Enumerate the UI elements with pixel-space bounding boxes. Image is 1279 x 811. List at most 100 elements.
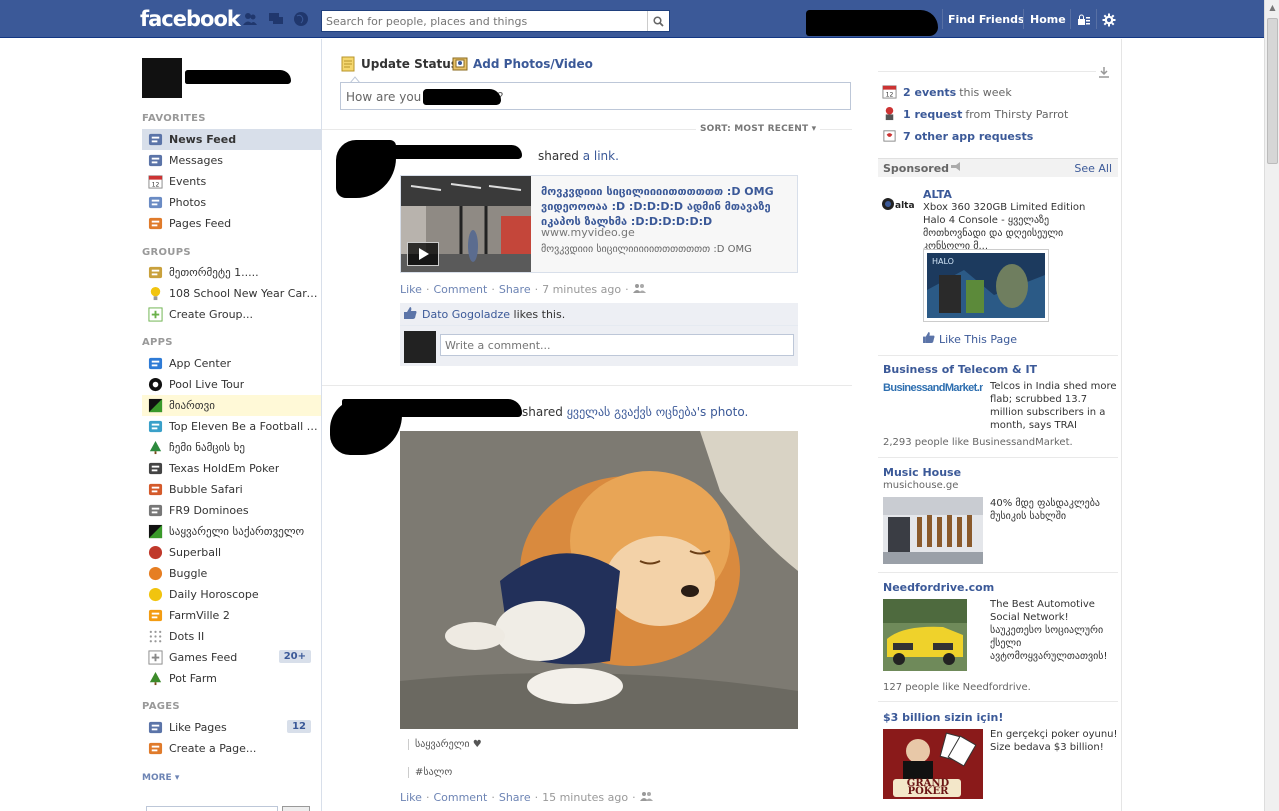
ad-image[interactable] bbox=[883, 599, 967, 671]
like-link[interactable]: Like bbox=[400, 791, 422, 804]
app-requests-row[interactable]: 7 other app requests bbox=[882, 128, 1036, 144]
video-thumbnail[interactable] bbox=[401, 176, 531, 272]
settings-gear-icon[interactable] bbox=[1102, 13, 1116, 27]
sidebar-item-app[interactable]: მიართვი bbox=[142, 395, 321, 416]
shared-link-card[interactable]: მოვკვდიიი სიცილიიიითთთთთთ :D OMG ვიდეოოო… bbox=[400, 175, 798, 273]
sidebar-item-top-eleven-be-a-football-m[interactable]: Top Eleven Be a Football M... bbox=[142, 416, 321, 437]
download-arrow-icon[interactable] bbox=[1098, 66, 1110, 81]
liker-name[interactable]: Dato Gogoladze bbox=[422, 308, 510, 321]
app-icon bbox=[147, 524, 163, 540]
friend-requests-icon[interactable] bbox=[242, 11, 258, 27]
ad-body[interactable]: 40% მდე ფასდაკლება მუსიკის სახლში bbox=[990, 497, 1118, 523]
sidebar-item-buggle[interactable]: Buggle bbox=[142, 563, 321, 584]
search-button[interactable] bbox=[647, 11, 669, 31]
page-scrollbar[interactable]: ▲ bbox=[1264, 0, 1279, 811]
messages-jewel-icon[interactable] bbox=[268, 11, 284, 27]
ad-body[interactable]: Telcos in India shed more flab; scrubbed… bbox=[990, 380, 1118, 432]
sidebar-item-pages-feed[interactable]: Pages Feed bbox=[142, 213, 321, 234]
events-reminder[interactable]: 12 2 events this week bbox=[882, 84, 1012, 100]
find-friends-link[interactable]: Find Friends bbox=[948, 13, 1025, 26]
privacy-shortcuts-icon[interactable] bbox=[1077, 13, 1091, 27]
sidebar-item-farmville-2[interactable]: FarmVille 2 bbox=[142, 605, 321, 626]
app-requests-label[interactable]: 7 other app requests bbox=[903, 130, 1033, 143]
like-link[interactable]: Like bbox=[400, 283, 422, 296]
sidebar-item-pot-farm[interactable]: Pot Farm bbox=[142, 668, 321, 689]
sidebar-item-pool-live-tour[interactable]: Pool Live Tour bbox=[142, 374, 321, 395]
ad-image[interactable] bbox=[883, 497, 983, 564]
sidebar-item-bubble-safari[interactable]: Bubble Safari bbox=[142, 479, 321, 500]
add-photos-tab[interactable]: Add Photos/Video bbox=[452, 56, 593, 72]
ad-title[interactable]: $3 billion sizin için! bbox=[883, 711, 1003, 724]
events-count[interactable]: 2 events bbox=[903, 86, 956, 99]
ad-body[interactable]: En gerçekçi poker oyunu! Size bedava $3 … bbox=[990, 728, 1118, 754]
grand-poker-ad-image[interactable]: GRAND POKER bbox=[883, 729, 983, 799]
more-link[interactable]: MORE ▾ bbox=[142, 773, 179, 783]
notifications-globe-icon[interactable] bbox=[293, 11, 309, 27]
sidebar-item-108-school-new-year-carnival[interactable]: 108 School New Year Carnival bbox=[142, 283, 321, 304]
story-object-link[interactable]: photo. bbox=[710, 405, 748, 419]
ad-body[interactable]: Xbox 360 320GB Limited Edition Halo 4 Co… bbox=[923, 201, 1111, 253]
sidebar-item-1[interactable]: მეთორმეტე 1..... bbox=[142, 262, 321, 283]
sidebar-item-dots-ii[interactable]: Dots II bbox=[142, 626, 321, 647]
sidebar-item-app[interactable]: ჩემი ნამცის ხე bbox=[142, 437, 321, 458]
ad-body[interactable]: The Best Automotive Social Network! საუკ… bbox=[990, 598, 1118, 663]
audience-friends-icon[interactable] bbox=[639, 791, 654, 804]
story-author-redacted[interactable] bbox=[342, 399, 522, 417]
see-all-link[interactable]: See All bbox=[1074, 162, 1112, 175]
status-input[interactable]: How are you? bbox=[340, 82, 851, 110]
story-author-redacted[interactable] bbox=[382, 145, 522, 159]
ad-title[interactable]: Business of Telecom & IT bbox=[883, 363, 1037, 376]
link-title[interactable]: მოვკვდიიი სიცილიიიითთთთთთ :D OMG ვიდეოოო… bbox=[541, 184, 791, 229]
sidebar-item-app-center[interactable]: App Center bbox=[142, 353, 321, 374]
sidebar-item-create-a-page[interactable]: Create a Page... bbox=[142, 738, 321, 759]
share-link[interactable]: Share bbox=[499, 283, 531, 296]
redacted-profile-name[interactable] bbox=[185, 70, 291, 84]
profile-avatar[interactable] bbox=[142, 58, 182, 98]
update-status-tab[interactable]: Update Status bbox=[340, 56, 458, 72]
request-count[interactable]: 1 request bbox=[903, 108, 962, 121]
comment-input[interactable] bbox=[440, 334, 794, 356]
video-play-button[interactable] bbox=[407, 242, 439, 266]
businessandmarket-logo[interactable]: BusinessandMarket.net bbox=[883, 381, 983, 399]
like-page-button[interactable]: Like This Page bbox=[923, 332, 1017, 346]
sidebar-item-events[interactable]: 12 Events bbox=[142, 171, 321, 192]
scroll-thumb[interactable] bbox=[1267, 18, 1278, 164]
sidebar-item-messages[interactable]: Messages bbox=[142, 150, 321, 171]
sidebar-item-photos[interactable]: Photos bbox=[142, 192, 321, 213]
ad-title[interactable]: Needfordrive.com bbox=[883, 581, 994, 594]
comment-link[interactable]: Comment bbox=[433, 791, 487, 804]
sidebar-item-create-group[interactable]: Create Group... bbox=[142, 304, 321, 325]
redacted-profile-name[interactable] bbox=[806, 10, 938, 36]
search-input[interactable] bbox=[322, 11, 642, 31]
sidebar-item-news-feed[interactable]: News Feed bbox=[142, 129, 321, 150]
timestamp[interactable]: 7 minutes ago bbox=[542, 283, 621, 296]
sort-dropdown[interactable]: SORT: MOST RECENT ▾ bbox=[696, 124, 821, 134]
photo-owner-link[interactable]: ყველას გვაქვს ოცნება's bbox=[567, 405, 707, 419]
facebook-logo[interactable]: facebook bbox=[140, 7, 241, 31]
shared-photo[interactable] bbox=[400, 431, 798, 729]
sidebar-item-label: 108 School New Year Carnival bbox=[169, 287, 319, 300]
timestamp[interactable]: 15 minutes ago bbox=[542, 791, 628, 804]
sidebar-item-like-pages[interactable]: Like Pages 12 bbox=[142, 717, 321, 738]
ad-title[interactable]: ALTA bbox=[923, 188, 952, 201]
sidebar-search-input[interactable] bbox=[146, 806, 278, 811]
audience-friends-icon[interactable] bbox=[632, 283, 647, 296]
story-object-link[interactable]: a link. bbox=[583, 149, 619, 163]
ad-image[interactable]: HALO bbox=[923, 249, 1049, 322]
sidebar-item-app[interactable]: საყვარელი საქართველო bbox=[142, 521, 321, 542]
ad-title[interactable]: Music House bbox=[883, 466, 961, 479]
sidebar-item-games-feed[interactable]: Games Feed 20+ bbox=[142, 647, 321, 668]
sidebar-item-fr9-dominoes[interactable]: FR9 Dominoes bbox=[142, 500, 321, 521]
sidebar-item-texas-holdem-poker[interactable]: Texas HoldEm Poker bbox=[142, 458, 321, 479]
comment-link[interactable]: Comment bbox=[433, 283, 487, 296]
sidebar-search-button[interactable] bbox=[282, 806, 310, 811]
alta-logo[interactable]: alta bbox=[882, 196, 914, 212]
sidebar-item-superball[interactable]: Superball bbox=[142, 542, 321, 563]
share-link[interactable]: Share bbox=[499, 791, 531, 804]
home-link[interactable]: Home bbox=[1030, 13, 1066, 26]
app-request-row[interactable]: 1 request from Thirsty Parrot bbox=[882, 106, 1068, 122]
tree-icon bbox=[147, 440, 163, 456]
search-box[interactable] bbox=[321, 10, 670, 32]
scroll-up-icon[interactable]: ▲ bbox=[1265, 0, 1279, 15]
sidebar-item-daily-horoscope[interactable]: Daily Horoscope bbox=[142, 584, 321, 605]
